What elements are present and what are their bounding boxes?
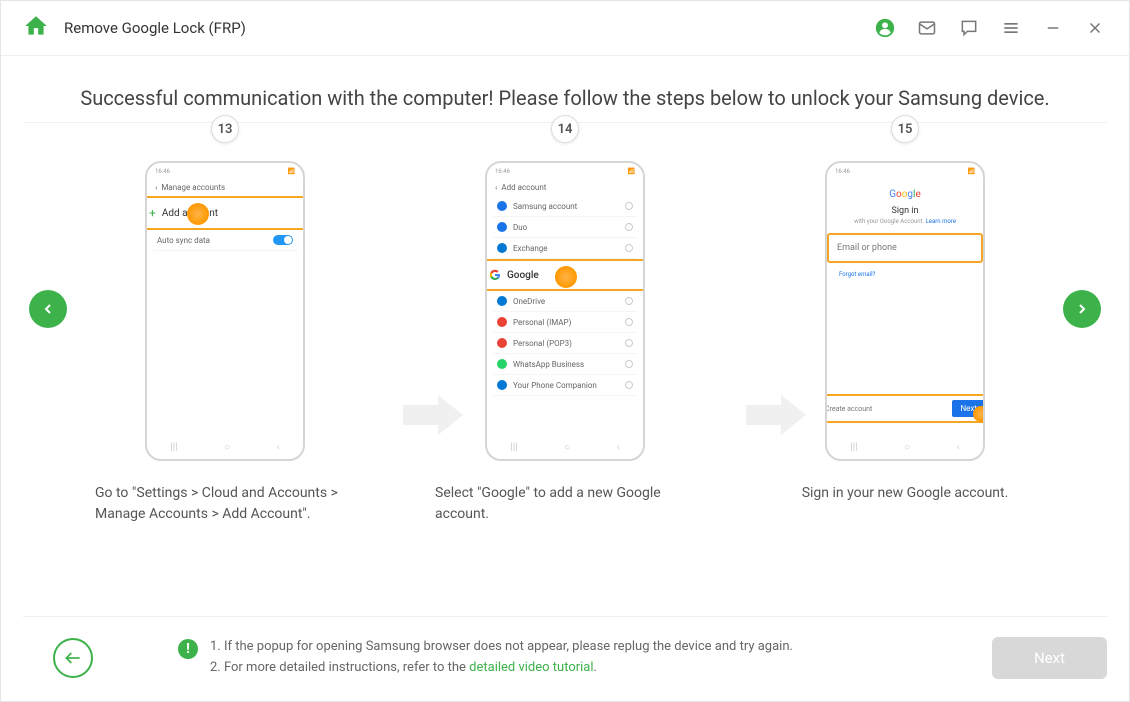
google-next-button: Next (952, 400, 985, 417)
home-icon[interactable] (23, 13, 49, 43)
touch-indicator (555, 266, 577, 288)
step-number-badge: 15 (891, 115, 919, 143)
phone-mockup-15: 16:46📶 Google Sign in with your Google A… (825, 161, 985, 461)
menu-icon[interactable] (999, 16, 1023, 40)
step-number-badge: 14 (551, 115, 579, 143)
phone-mockup-13: 16:46📶 ‹Manage accounts + Add account Au… (145, 161, 305, 461)
headline-text: Successful communication with the comput… (1, 86, 1129, 110)
step-caption: Select "Google" to add a new Google acco… (430, 483, 700, 543)
phone-nav-keys: |||○‹ (487, 442, 643, 453)
account-icon[interactable] (873, 16, 897, 40)
phone-back-header: ‹Add account (493, 179, 637, 196)
steps-row: 13 16:46📶 ‹Manage accounts + Add account… (1, 115, 1129, 543)
step-caption: Sign in your new Google account. (797, 483, 1014, 543)
touch-indicator (187, 203, 209, 225)
page-title: Remove Google Lock (FRP) (64, 19, 246, 37)
feedback-icon[interactable] (957, 16, 981, 40)
phone-nav-keys: |||○‹ (147, 442, 303, 453)
step-number-badge: 13 (211, 115, 239, 143)
step-13: 13 16:46📶 ‹Manage accounts + Add account… (90, 115, 360, 543)
google-logo-icon: Google (837, 189, 973, 200)
close-icon[interactable] (1083, 16, 1107, 40)
phone-back-header: ‹Manage accounts (153, 179, 297, 196)
step-caption: Go to "Settings > Cloud and Accounts > M… (90, 483, 360, 543)
next-row-highlight: Create account Next (825, 394, 985, 423)
tips-block: ! 1. If the popup for opening Samsung br… (178, 637, 992, 679)
step-14: 14 16:46📶 ‹Add account Samsung account D… (430, 115, 700, 543)
toggle-icon (273, 235, 293, 245)
footer-bar: ! 1. If the popup for opening Samsung br… (23, 616, 1107, 679)
next-button[interactable]: Next (992, 637, 1107, 679)
minimize-icon[interactable] (1041, 16, 1065, 40)
info-icon: ! (178, 639, 198, 659)
header-left: Remove Google Lock (FRP) (23, 13, 246, 43)
carousel-next-button[interactable] (1063, 290, 1101, 328)
arrow-separator-icon (403, 395, 463, 439)
google-signin-screen: Google Sign in with your Google Account.… (833, 179, 977, 288)
step-15: 15 16:46📶 Google Sign in with your Googl… (770, 115, 1040, 543)
phone-mockup-14: 16:46📶 ‹Add account Samsung account Duo … (485, 161, 645, 461)
mail-icon[interactable] (915, 16, 939, 40)
tips-text: 1. If the popup for opening Samsung brow… (210, 637, 793, 679)
auto-sync-row: Auto sync data (153, 230, 297, 251)
email-input-highlight: Email or phone (827, 233, 983, 263)
phone-nav-keys: |||○‹ (827, 442, 983, 453)
google-row: Google (485, 259, 645, 291)
arrow-separator-icon (746, 395, 806, 439)
video-tutorial-link[interactable]: detailed video tutorial (469, 660, 593, 675)
app-header: Remove Google Lock (FRP) (1, 1, 1129, 56)
main-content: Successful communication with the comput… (1, 56, 1129, 543)
touch-indicator (973, 406, 985, 422)
carousel-prev-button[interactable] (29, 290, 67, 328)
add-account-row: + Add account (145, 196, 305, 230)
header-right (873, 16, 1107, 40)
back-button[interactable] (53, 638, 93, 678)
